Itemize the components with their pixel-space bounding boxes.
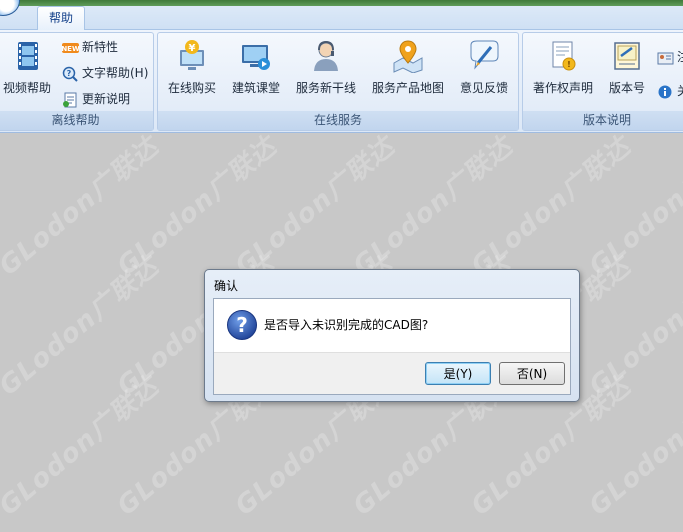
speech-bubble-pen-icon (470, 40, 499, 70)
question-icon: ? (227, 310, 257, 340)
svg-text:!: ! (567, 60, 571, 69)
dialog-title: 确认 (214, 279, 239, 293)
video-monitor-icon (242, 45, 270, 70)
new-features-label: 新特性 (82, 40, 119, 54)
video-help-label: 视频帮助 (2, 81, 51, 95)
map-pin-icon (393, 40, 423, 73)
svg-text:¥: ¥ (189, 43, 196, 54)
group-offline-help: 视频帮助 NEW 新特性 ? 文字帮助(H) 更新说明 离线帮助 (0, 32, 154, 131)
update-notes-label: 更新说明 (82, 92, 131, 106)
yen-monitor-icon: ¥ (180, 40, 204, 70)
yes-button[interactable]: 是(Y) (425, 362, 491, 385)
document-icon (63, 92, 77, 107)
confirm-dialog: 确认 ? 是否导入未识别完成的CAD图? 是(Y) 否(N) (204, 269, 580, 402)
building-class-label: 建筑课堂 (231, 81, 280, 95)
id-card-icon (657, 52, 674, 64)
dialog-content: ? 是否导入未识别完成的CAD图? (214, 299, 570, 352)
feedback-button[interactable]: 意见反馈 (458, 39, 510, 96)
text-help-button[interactable]: ? 文字帮助(H) (62, 63, 148, 83)
version-label: 版本号 (608, 81, 645, 95)
copyright-label: 著作权声明 (532, 81, 593, 95)
service-map-label: 服务产品地图 (371, 81, 444, 95)
text-help-label: 文字帮助(H) (82, 66, 149, 80)
svg-text:NEW: NEW (62, 45, 79, 53)
group-label-offline-help: 离线帮助 (0, 111, 153, 130)
video-help-button[interactable]: 视频帮助 (2, 39, 52, 96)
ribbon: 视频帮助 NEW 新特性 ? 文字帮助(H) 更新说明 离线帮助 ¥ 在线购买 … (0, 30, 683, 133)
register-label: 注 (677, 50, 683, 64)
new-badge-icon: NEW (62, 42, 79, 53)
group-label-online-service: 在线服务 (158, 111, 518, 130)
copyright-button[interactable]: ! 著作权声明 (531, 39, 595, 96)
group-online-service: ¥ 在线购买 建筑课堂 服务新干线 服务产品地图 意见反馈 在线服务 (157, 32, 519, 131)
group-version-info: ! 著作权声明 版本号 注 关 版本说明 (522, 32, 683, 131)
buy-online-label: 在线购买 (167, 81, 216, 95)
help-search-icon: ? (62, 66, 78, 82)
tab-help[interactable]: 帮助 (37, 6, 85, 31)
about-label: 关 (677, 84, 683, 98)
support-agent-icon (314, 40, 338, 71)
update-notes-button[interactable]: 更新说明 (62, 89, 130, 109)
service-map-button[interactable]: 服务产品地图 (370, 39, 446, 96)
service-new-line-button[interactable]: 服务新干线 (294, 39, 358, 96)
film-icon (18, 42, 38, 70)
info-icon (658, 85, 672, 98)
new-features-button[interactable]: NEW 新特性 (62, 37, 118, 57)
svg-text:?: ? (236, 313, 248, 337)
dialog-footer: 是(Y) 否(N) (214, 352, 570, 394)
feedback-label: 意见反馈 (459, 81, 508, 95)
group-label-version-info: 版本说明 (523, 111, 683, 130)
about-button[interactable]: 关 (657, 81, 683, 101)
no-button[interactable]: 否(N) (499, 362, 565, 385)
service-new-line-label: 服务新干线 (295, 81, 356, 95)
dialog-body: ? 是否导入未识别完成的CAD图? 是(Y) 否(N) (213, 298, 571, 395)
ribbon-tab-row: 帮助 (0, 6, 683, 31)
certificate-icon: ! (552, 41, 576, 71)
dialog-message: 是否导入未识别完成的CAD图? (264, 318, 429, 332)
register-button[interactable]: 注 (657, 47, 683, 67)
building-class-button[interactable]: 建筑课堂 (231, 39, 281, 96)
buy-online-button[interactable]: ¥ 在线购买 (167, 39, 217, 96)
version-document-icon (614, 42, 640, 70)
version-button[interactable]: 版本号 (605, 39, 649, 96)
svg-text:?: ? (67, 69, 72, 78)
